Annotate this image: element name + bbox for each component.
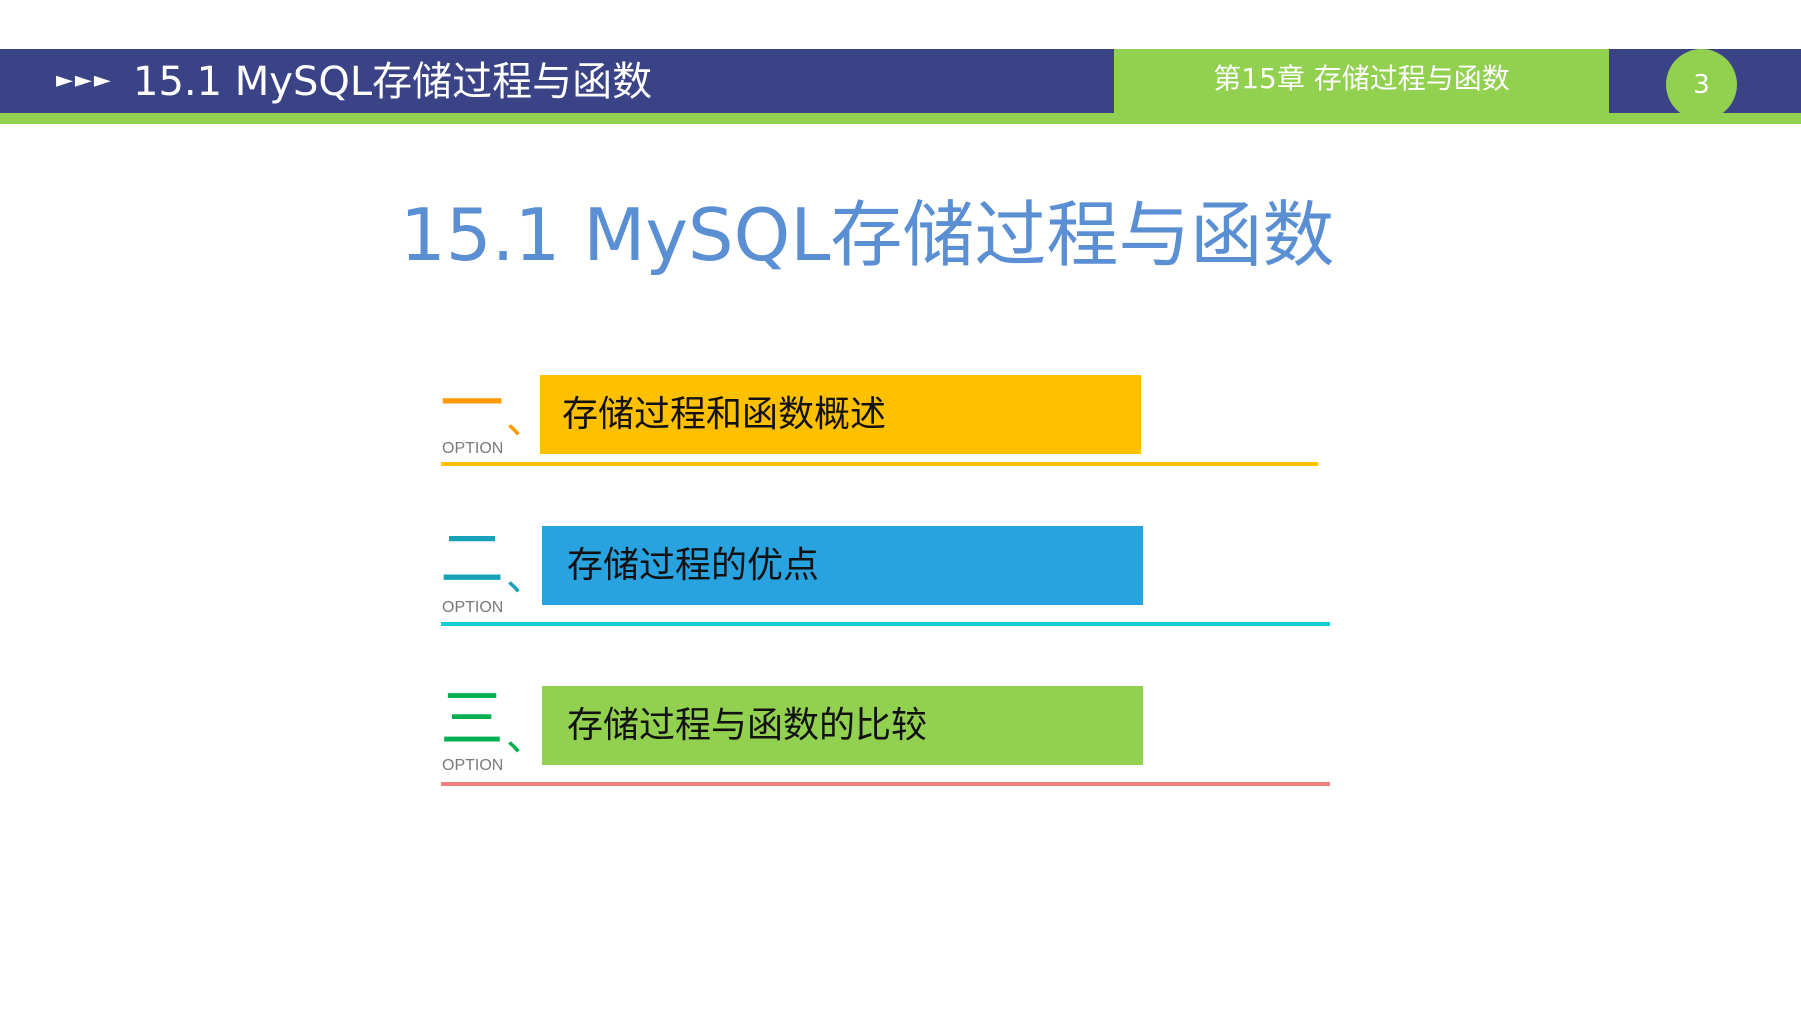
option-caption: OPTION bbox=[442, 757, 504, 774]
option-underline bbox=[441, 622, 1330, 626]
option-numeral: 二 bbox=[440, 523, 504, 597]
slide-title: 15.1 MySQL存储过程与函数 bbox=[400, 193, 1335, 277]
option-label: 存储过程和函数概述 bbox=[562, 394, 887, 435]
header-title: 15.1 MySQL存储过程与函数 bbox=[133, 59, 653, 105]
chapter-box: 第15章 存储过程与函数 bbox=[1114, 49, 1609, 113]
option-caption: OPTION bbox=[442, 440, 504, 457]
option-label-box[interactable]: 存储过程的优点 bbox=[542, 526, 1143, 605]
option-label-box[interactable]: 存储过程与函数的比较 bbox=[542, 686, 1143, 765]
option-mark: 、 bbox=[506, 554, 546, 600]
option-underline bbox=[441, 782, 1330, 786]
option-label-box[interactable]: 存储过程和函数概述 bbox=[540, 375, 1141, 454]
option-label: 存储过程的优点 bbox=[567, 545, 820, 586]
option-caption: OPTION bbox=[442, 599, 504, 616]
page-number-badge: 3 bbox=[1666, 49, 1737, 120]
option-numeral: 三 bbox=[440, 683, 504, 757]
option-numeral: 一 bbox=[440, 368, 504, 442]
triple-arrow-icon: ►►► bbox=[56, 68, 113, 93]
option-underline bbox=[441, 462, 1318, 466]
header-accent-line bbox=[0, 113, 1801, 124]
page-number: 3 bbox=[1693, 70, 1710, 100]
option-mark: 、 bbox=[506, 714, 546, 760]
option-label: 存储过程与函数的比较 bbox=[567, 705, 928, 746]
chapter-label: 第15章 存储过程与函数 bbox=[1213, 62, 1510, 95]
